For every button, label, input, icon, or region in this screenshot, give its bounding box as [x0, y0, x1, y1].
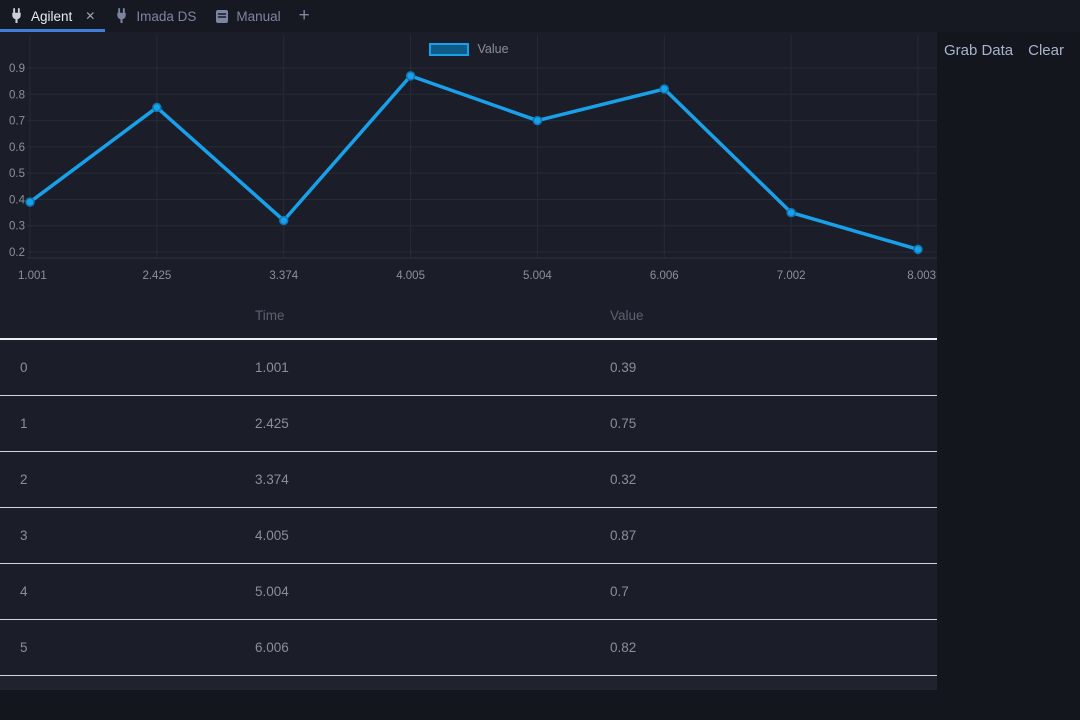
table-cell: 0	[0, 360, 235, 375]
data-table: Time Value 01.0010.3912.4250.7523.3740.3…	[0, 292, 937, 690]
table-cell: 0.82	[590, 640, 937, 655]
table-cell: 2	[0, 472, 235, 487]
main-content: Value 0.9 0.8 0.7 0.6 0.5 0.4 0.3 0.2 1.001 2.425…	[0, 32, 1080, 720]
svg-text:5.004: 5.004	[523, 270, 552, 282]
svg-text:3.374: 3.374	[269, 270, 298, 282]
svg-text:0.8: 0.8	[9, 89, 25, 101]
svg-text:0.4: 0.4	[9, 194, 26, 206]
line-chart: Value 0.9 0.8 0.7 0.6 0.5 0.4 0.3 0.2 1.001 2.425…	[0, 32, 937, 292]
header-value: Value	[590, 308, 937, 323]
table-row[interactable]: 45.0040.7	[0, 564, 937, 620]
tab-bar: Agilent ✕ Imada DS Manual +	[0, 0, 1080, 32]
table-row[interactable]: 34.0050.87	[0, 508, 937, 564]
plug-icon	[9, 8, 24, 24]
svg-text:0.9: 0.9	[9, 63, 25, 75]
table-cell: 4	[0, 584, 235, 599]
svg-text:0.2: 0.2	[9, 247, 25, 259]
svg-text:0.3: 0.3	[9, 221, 25, 233]
table-cell: 5	[0, 640, 235, 655]
table-body: 01.0010.3912.4250.7523.3740.3234.0050.87…	[0, 340, 937, 676]
table-row[interactable]: 01.0010.39	[0, 340, 937, 396]
table-cell: 0.7	[590, 584, 937, 599]
tab-label: Imada DS	[136, 9, 196, 24]
close-icon[interactable]: ✕	[85, 10, 95, 22]
legend-swatch	[428, 43, 468, 56]
table-row[interactable]: 23.3740.32	[0, 452, 937, 508]
plug-icon	[114, 8, 129, 24]
table-cell: 3.374	[235, 472, 590, 487]
svg-text:2.425: 2.425	[142, 270, 171, 282]
tab-agilent[interactable]: Agilent ✕	[0, 0, 105, 32]
table-cell: 6.006	[235, 640, 590, 655]
tab-imada-ds[interactable]: Imada DS	[105, 0, 206, 32]
table-cell: 0.32	[590, 472, 937, 487]
legend-label: Value	[477, 42, 508, 56]
table-cell: 0.39	[590, 360, 937, 375]
header-time: Time	[235, 308, 590, 323]
svg-text:0.7: 0.7	[9, 116, 25, 128]
table-cell: 3	[0, 528, 235, 543]
table-cell: 5.004	[235, 584, 590, 599]
table-header: Time Value	[0, 292, 937, 340]
tab-manual[interactable]: Manual	[206, 0, 290, 32]
tab-label: Agilent	[31, 9, 72, 24]
table-cell: 4.005	[235, 528, 590, 543]
data-panel: Value 0.9 0.8 0.7 0.6 0.5 0.4 0.3 0.2 1.001 2.425…	[0, 32, 937, 690]
table-cell: 2.425	[235, 416, 590, 431]
svg-text:7.002: 7.002	[777, 270, 806, 282]
table-cell: 0.87	[590, 528, 937, 543]
table-row[interactable]: 56.0060.82	[0, 620, 937, 676]
tab-label: Manual	[236, 9, 280, 24]
svg-text:6.006: 6.006	[650, 270, 679, 282]
grab-data-button[interactable]: Grab Data	[944, 42, 1013, 59]
table-row-partial	[0, 676, 937, 690]
add-tab-button[interactable]: +	[291, 0, 318, 32]
svg-text:0.5: 0.5	[9, 168, 25, 180]
table-cell: 1.001	[235, 360, 590, 375]
chart-canvas: 0.9 0.8 0.7 0.6 0.5 0.4 0.3 0.2 1.001 2.425 3.374 4…	[0, 32, 937, 292]
svg-text:1.001: 1.001	[18, 270, 47, 282]
table-row[interactable]: 12.4250.75	[0, 396, 937, 452]
svg-text:4.005: 4.005	[396, 270, 425, 282]
chart-legend[interactable]: Value	[428, 42, 508, 56]
table-cell: 1	[0, 416, 235, 431]
svg-text:0.6: 0.6	[9, 142, 25, 154]
clear-button[interactable]: Clear	[1028, 42, 1064, 59]
svg-text:8.003: 8.003	[907, 270, 936, 282]
book-icon	[215, 9, 229, 24]
chart-actions: Grab Data Clear	[944, 42, 1064, 59]
table-cell: 0.75	[590, 416, 937, 431]
